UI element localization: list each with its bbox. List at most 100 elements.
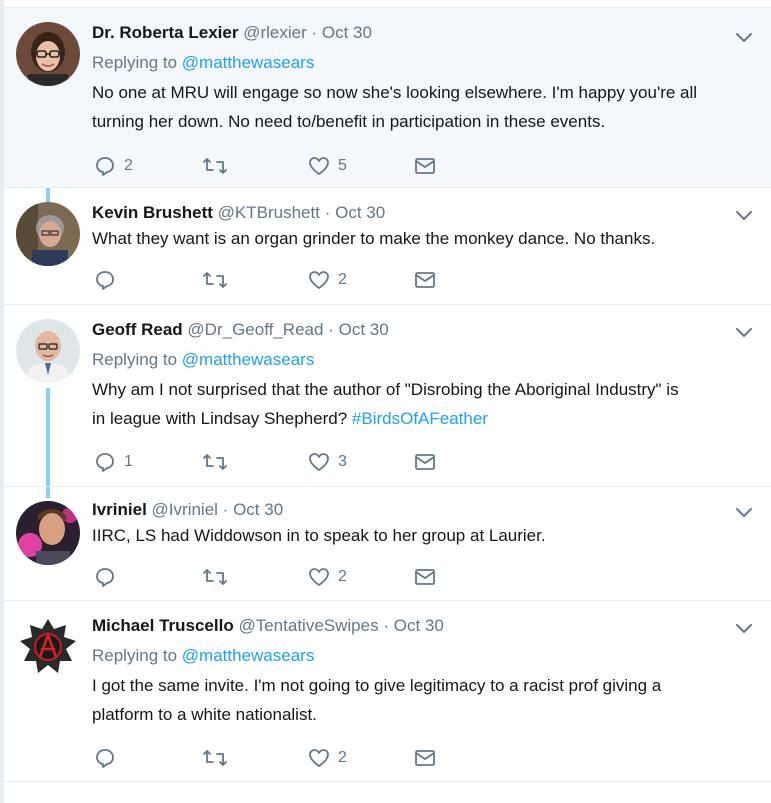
- retweet-icon: [203, 454, 227, 470]
- display-name[interactable]: Michael Truscello: [92, 616, 234, 635]
- timestamp[interactable]: Oct 30: [322, 23, 372, 42]
- separator: ·: [383, 616, 389, 635]
- reply-button[interactable]: 1: [94, 450, 133, 474]
- mention-link[interactable]: @matthewasears: [182, 350, 315, 369]
- like-button[interactable]: 2: [308, 268, 347, 292]
- direct-message-button[interactable]: [414, 154, 436, 178]
- tweet[interactable]: Kevin Brushett @KTBrushett · Oct 30 What…: [4, 188, 771, 305]
- envelope-icon: [415, 272, 435, 288]
- user-handle[interactable]: @Ivriniel: [152, 500, 218, 519]
- direct-message-button[interactable]: [414, 268, 436, 292]
- retweet-icon: [203, 569, 227, 585]
- retweet-icon: [203, 158, 227, 174]
- direct-message-button[interactable]: [414, 565, 436, 589]
- timestamp[interactable]: Oct 30: [233, 500, 283, 519]
- user-handle[interactable]: @Dr_Geoff_Read: [187, 320, 323, 339]
- like-count: 5: [338, 157, 347, 174]
- reply-icon: [96, 157, 114, 176]
- separator: ·: [328, 320, 334, 339]
- reply-icon: [96, 271, 114, 290]
- heart-icon: [309, 749, 329, 767]
- retweet-button[interactable]: [202, 154, 228, 178]
- avatar[interactable]: [16, 202, 80, 266]
- display-name[interactable]: Kevin Brushett: [92, 203, 213, 222]
- reply-icon: [96, 749, 114, 768]
- reply-button[interactable]: [94, 268, 124, 292]
- person-grey-hair-icon: [16, 202, 80, 266]
- avatar[interactable]: [16, 501, 80, 565]
- person-pink-icon: [16, 501, 80, 565]
- reply-button[interactable]: [94, 746, 124, 770]
- avatar[interactable]: [16, 319, 80, 383]
- replying-label: Replying to: [92, 350, 178, 369]
- envelope-icon: [415, 454, 435, 470]
- direct-message-button[interactable]: [414, 746, 436, 770]
- avatar[interactable]: [16, 615, 80, 679]
- mention-link[interactable]: @matthewasears: [182, 646, 315, 665]
- user-handle[interactable]: @rlexier: [243, 23, 307, 42]
- display-name[interactable]: Dr. Roberta Lexier: [92, 23, 238, 42]
- like-count: 2: [338, 568, 347, 585]
- retweet-button[interactable]: [202, 450, 228, 474]
- heart-icon: [309, 157, 329, 175]
- tweet[interactable]: Geoff Read @Dr_Geoff_Read · Oct 30 Reply…: [4, 305, 771, 487]
- direct-message-button[interactable]: [414, 450, 436, 474]
- reply-button[interactable]: 2: [94, 154, 133, 178]
- heart-icon: [309, 453, 329, 471]
- like-button[interactable]: 5: [308, 154, 347, 178]
- reply-count: 1: [124, 453, 133, 470]
- top-divider: [4, 0, 771, 8]
- separator: ·: [324, 203, 331, 222]
- person-glasses-icon: [16, 22, 80, 86]
- timestamp[interactable]: Oct 30: [394, 616, 444, 635]
- like-button[interactable]: 2: [308, 746, 347, 770]
- like-button[interactable]: 3: [308, 450, 347, 474]
- tweet-text: No one at MRU will engage so now she's l…: [92, 83, 698, 131]
- anarchy-symbol-icon: [16, 615, 80, 679]
- separator: ·: [222, 500, 229, 519]
- user-handle[interactable]: @KTBrushett: [218, 203, 320, 222]
- retweet-icon: [203, 272, 227, 288]
- chevron-down-icon[interactable]: [733, 321, 755, 343]
- envelope-icon: [415, 750, 435, 766]
- mention-link[interactable]: @matthewasears: [182, 53, 315, 72]
- envelope-icon: [415, 158, 435, 174]
- user-handle[interactable]: @TentativeSwipes: [238, 616, 378, 635]
- chevron-down-icon[interactable]: [733, 617, 755, 639]
- tweet[interactable]: Dr. Roberta Lexier @rlexier · Oct 30 Rep…: [4, 8, 771, 188]
- retweet-button[interactable]: [202, 268, 228, 292]
- like-count: 2: [338, 749, 347, 766]
- heart-icon: [309, 568, 329, 586]
- chevron-down-icon[interactable]: [733, 204, 755, 226]
- replying-label: Replying to: [92, 646, 178, 665]
- reply-icon: [96, 453, 114, 472]
- avatar[interactable]: [16, 22, 80, 86]
- reply-count: 2: [124, 157, 133, 174]
- like-count: 3: [338, 453, 347, 470]
- display-name[interactable]: Geoff Read: [92, 320, 183, 339]
- retweet-icon: [203, 750, 227, 766]
- tweet-text: I got the same invite. I'm not going to …: [92, 676, 662, 724]
- tweet[interactable]: Michael Truscello @TentativeSwipes · Oct…: [4, 601, 771, 782]
- tweet[interactable]: Ivriniel @Ivriniel · Oct 30 IIRC, LS had…: [4, 487, 771, 601]
- timestamp[interactable]: Oct 30: [339, 320, 389, 339]
- like-button[interactable]: 2: [308, 565, 347, 589]
- reply-button[interactable]: [94, 565, 124, 589]
- timestamp[interactable]: Oct 30: [335, 203, 385, 222]
- chevron-down-icon[interactable]: [733, 26, 755, 48]
- timeline: Dr. Roberta Lexier @rlexier · Oct 30 Rep…: [4, 0, 771, 803]
- retweet-button[interactable]: [202, 746, 228, 770]
- separator: ·: [311, 23, 318, 42]
- retweet-button[interactable]: [202, 565, 228, 589]
- person-bald-glasses-icon: [16, 319, 80, 383]
- envelope-icon: [415, 569, 435, 585]
- like-count: 2: [338, 271, 347, 288]
- tweet-text: Why am I not surprised that the author o…: [92, 380, 679, 428]
- reply-icon: [96, 568, 114, 587]
- hashtag-link[interactable]: #BirdsOfAFeather: [352, 409, 488, 428]
- replying-label: Replying to: [92, 53, 178, 72]
- display-name[interactable]: Ivriniel: [92, 500, 147, 519]
- chevron-down-icon[interactable]: [733, 501, 755, 523]
- heart-icon: [309, 271, 329, 289]
- tweet-text: What they want is an organ grinder to ma…: [92, 229, 656, 248]
